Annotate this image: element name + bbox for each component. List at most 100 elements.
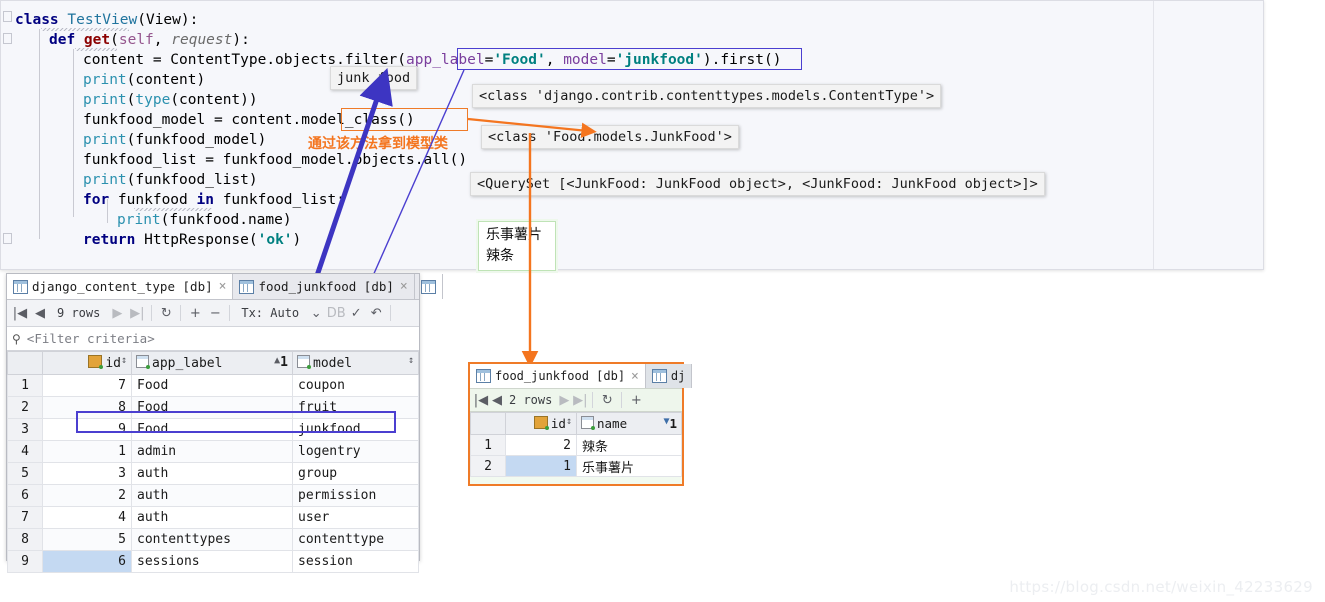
- last-page-button[interactable]: ▶|: [127, 302, 147, 324]
- row-number[interactable]: 7: [7, 506, 43, 529]
- cell-app-label[interactable]: Food: [131, 374, 293, 397]
- table-row[interactable]: 2 1 乐事薯片: [470, 455, 682, 477]
- sort-icon[interactable]: ▼: [663, 416, 669, 427]
- transaction-mode-label[interactable]: Tx: Auto: [234, 306, 306, 320]
- db1-tab-strip[interactable]: django_content_type [db] × food_junkfood…: [7, 274, 443, 300]
- db1-filter-bar[interactable]: ⚲ <Filter criteria>: [7, 327, 419, 351]
- remove-row-button[interactable]: −: [205, 302, 225, 324]
- cell-id[interactable]: 3: [42, 462, 132, 485]
- table-row[interactable]: 6 2 auth permission: [7, 484, 419, 507]
- refresh-icon[interactable]: ↻: [597, 389, 617, 411]
- db2-tab-label: food_junkfood [db]: [495, 369, 626, 383]
- db1-tab-django-content-type[interactable]: django_content_type [db] ×: [7, 274, 234, 299]
- cell-app-label[interactable]: auth: [131, 506, 293, 529]
- cell-model[interactable]: group: [292, 462, 419, 485]
- row-number[interactable]: 1: [470, 434, 506, 456]
- code-fold-marker[interactable]: [3, 33, 12, 44]
- db2-tab-django[interactable]: dj: [645, 364, 693, 388]
- last-page-button[interactable]: ▶|: [572, 389, 588, 411]
- db1-col-app-label[interactable]: app_label 1 ▲: [131, 351, 293, 375]
- printed-name-0: 乐事薯片: [486, 227, 542, 243]
- row-number[interactable]: 3: [7, 418, 43, 441]
- cell-id[interactable]: 1: [505, 455, 577, 477]
- database-panel-food-junkfood[interactable]: food_junkfood [db] × dj |◀ ◀ 2 rows ▶ ▶|…: [468, 362, 693, 486]
- row-number[interactable]: 1: [7, 374, 43, 397]
- chevron-down-icon[interactable]: ⌄: [306, 302, 326, 324]
- table-row[interactable]: 7 4 auth user: [7, 506, 419, 529]
- cell-app-label[interactable]: contenttypes: [131, 528, 293, 551]
- cell-model[interactable]: session: [292, 550, 419, 573]
- close-icon[interactable]: ×: [398, 279, 408, 294]
- cell-id[interactable]: 2: [505, 434, 577, 456]
- prev-page-button[interactable]: ◀: [30, 302, 50, 324]
- db2-toolbar[interactable]: |◀ ◀ 2 rows ▶ ▶| ↻ +: [470, 389, 682, 412]
- db2-table[interactable]: id ↕ name 1 ▼ 1 2 辣条 2 1 乐事薯片: [470, 412, 682, 477]
- row-number[interactable]: 6: [7, 484, 43, 507]
- first-page-button[interactable]: |◀: [473, 389, 489, 411]
- db1-col-model[interactable]: model ↕: [292, 351, 419, 375]
- close-icon[interactable]: ×: [217, 279, 227, 294]
- db1-tab-overflow[interactable]: [415, 274, 443, 299]
- column-icon: [297, 355, 311, 369]
- db1-col-id[interactable]: id ↕: [42, 351, 132, 375]
- table-row[interactable]: 9 6 sessions session: [7, 550, 419, 573]
- code-fold-marker[interactable]: [3, 233, 12, 244]
- next-page-button[interactable]: ▶: [556, 389, 572, 411]
- cell-app-label[interactable]: sessions: [131, 550, 293, 573]
- add-row-button[interactable]: +: [626, 389, 646, 411]
- sort-icon[interactable]: ▲: [274, 355, 280, 366]
- row-number[interactable]: 9: [7, 550, 43, 573]
- cell-id[interactable]: 2: [42, 484, 132, 507]
- filter-input[interactable]: <Filter criteria>: [27, 331, 155, 346]
- db2-col-name[interactable]: name 1 ▼: [576, 412, 682, 435]
- cell-id[interactable]: 6: [42, 550, 132, 573]
- prev-page-button[interactable]: ◀: [489, 389, 505, 411]
- sort-icon[interactable]: ↕: [408, 355, 414, 366]
- sort-order: 1: [669, 416, 677, 431]
- cell-id[interactable]: 4: [42, 506, 132, 529]
- cell-model[interactable]: logentry: [292, 440, 419, 463]
- rollback-icon[interactable]: ↶: [366, 302, 386, 324]
- table-row[interactable]: 8 5 contenttypes contenttype: [7, 528, 419, 551]
- indent-guide: [73, 49, 74, 217]
- cell-app-label[interactable]: auth: [131, 462, 293, 485]
- code-fold-marker[interactable]: [3, 11, 12, 22]
- commit-icon[interactable]: ✓: [346, 302, 366, 324]
- cell-id[interactable]: 1: [42, 440, 132, 463]
- cell-model[interactable]: permission: [292, 484, 419, 507]
- row-number[interactable]: 5: [7, 462, 43, 485]
- output-queryset: <QuerySet [<JunkFood: JunkFood object>, …: [470, 172, 1045, 196]
- table-row[interactable]: 5 3 auth group: [7, 462, 419, 485]
- cell-id[interactable]: 7: [42, 374, 132, 397]
- sort-icon[interactable]: ↕: [566, 416, 572, 427]
- db2-tab-food-junkfood[interactable]: food_junkfood [db] ×: [470, 364, 646, 388]
- first-page-button[interactable]: |◀: [10, 302, 30, 324]
- sort-icon[interactable]: ↕: [121, 355, 127, 366]
- db1-tab-food-junkfood[interactable]: food_junkfood [db] ×: [233, 274, 415, 299]
- next-page-button[interactable]: ▶: [107, 302, 127, 324]
- add-row-button[interactable]: +: [185, 302, 205, 324]
- cell-model[interactable]: coupon: [292, 374, 419, 397]
- cell-model[interactable]: user: [292, 506, 419, 529]
- close-icon[interactable]: ×: [629, 369, 639, 384]
- cell-id[interactable]: 5: [42, 528, 132, 551]
- table-row[interactable]: 4 1 admin logentry: [7, 440, 419, 463]
- refresh-icon[interactable]: ↻: [156, 302, 176, 324]
- row-number[interactable]: 2: [470, 455, 506, 477]
- cell-name[interactable]: 辣条: [576, 434, 682, 456]
- table-row[interactable]: 1 2 辣条: [470, 434, 682, 456]
- db2-col-id[interactable]: id ↕: [505, 412, 577, 435]
- db1-toolbar[interactable]: |◀ ◀ 9 rows ▶ ▶| ↻ + − Tx: Auto ⌄ DB ✓ ↶: [7, 300, 419, 327]
- cell-app-label[interactable]: admin: [131, 440, 293, 463]
- cell-app-label[interactable]: auth: [131, 484, 293, 507]
- cell-model[interactable]: contenttype: [292, 528, 419, 551]
- db2-tab-strip[interactable]: food_junkfood [db] × dj: [470, 364, 693, 389]
- code-inspection-squiggle: [41, 28, 129, 31]
- cell-name[interactable]: 乐事薯片: [576, 455, 682, 477]
- table-row[interactable]: 1 7 Food coupon: [7, 374, 419, 397]
- row-number[interactable]: 2: [7, 396, 43, 419]
- db1-table[interactable]: id ↕ app_label 1 ▲ model ↕ 1 7 Food coupon 2 8 Foo…: [7, 351, 419, 573]
- row-number[interactable]: 4: [7, 440, 43, 463]
- row-number[interactable]: 8: [7, 528, 43, 551]
- submit-to-db-icon[interactable]: DB: [326, 302, 346, 324]
